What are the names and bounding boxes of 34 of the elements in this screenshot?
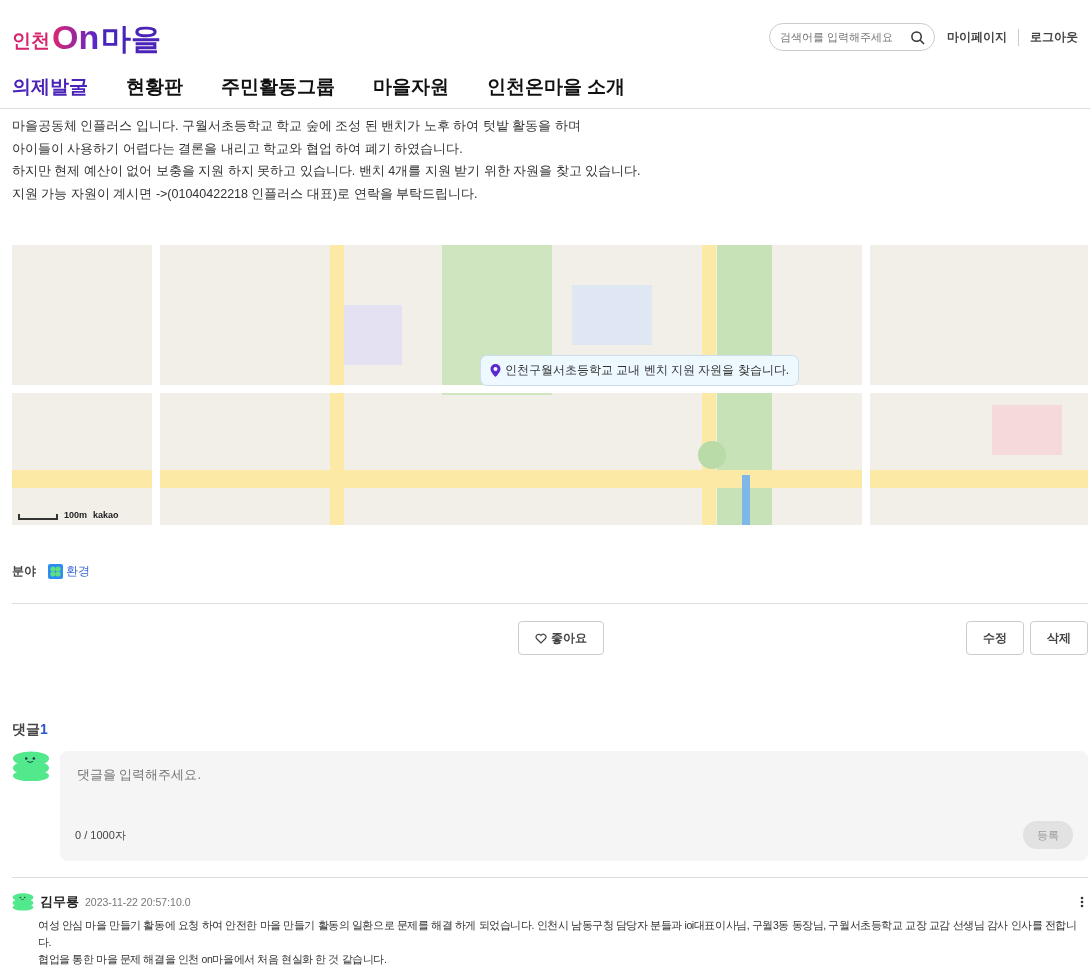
map-marker-label[interactable]: 인천구월서초등학교 교내 벤치 지원 자원을 찾습니다. [480, 355, 799, 386]
header-link[interactable]: 마이페이지 [947, 28, 1007, 46]
pin-icon [490, 364, 501, 377]
field-value[interactable]: 환경 [66, 563, 90, 580]
nav-tab[interactable]: 인천온마을 소개 [487, 74, 626, 100]
header-link[interactable]: 로그아웃 [1018, 28, 1078, 46]
scale-bar [18, 514, 58, 520]
nav-tab[interactable]: 주민활동그룹 [221, 74, 335, 100]
scale-text: 100m [64, 510, 88, 520]
like-button[interactable]: 좋아요 [518, 621, 604, 655]
map-attribution: kakao [93, 510, 119, 520]
post-text: 지원 가능 자원이 계시면 ->(01040422218 인플러스 대표)로 연락을 부탁드립니다. [12, 185, 479, 203]
comment-text: 여성 안심 마을 만들기 활동에 요청 하여 안전한 마을 만들기 활동의 일환으로 문제를 해결 하게 되었습니다. 인천시 남동구청 담당자 분들과 ioi대표이사님, 구월3동 동장님, 구월서초등학교 교장 교감 선생님 감사 인사를 전합니다. 협업을 통한 마을 문제 해결을 인천 on마을에서 처음 현실화 한 것 같습니다. [38, 918, 1078, 966]
heart-icon [535, 632, 547, 644]
edit-button[interactable]: 수정 [966, 621, 1024, 655]
search-icon[interactable] [910, 30, 925, 45]
field-label: 분야 [12, 563, 36, 580]
nav-tab[interactable]: 마을자원 [373, 74, 449, 100]
comments-title: 댓글1 [12, 721, 49, 739]
char-counter: 0 / 1000자 [75, 827, 126, 843]
search-field[interactable]: 검색어를 입력해주세요 [769, 23, 935, 51]
comment-author: 김무룡 [40, 893, 79, 911]
avatar-icon [12, 893, 34, 911]
post-text: 하지만 현제 예산이 없어 보충을 지원 하지 못하고 있습니다. 밴치 4개를 지원 받기 위한 자원을 찾고 있습니다. [12, 163, 642, 180]
logo[interactable]: 인천 On마을 [12, 20, 162, 54]
delete-button[interactable]: 삭제 [1030, 621, 1088, 655]
avatar-icon [12, 751, 50, 782]
post-text: 아이들이 사용하기 어렵다는 결론을 내리고 학교와 협업 하여 폐기 하였습니다. [12, 140, 464, 158]
clover-icon [48, 564, 63, 579]
post-text: 마을공동체 인플러스 입니다. 구월서초등학교 학교 숲에 조성 된 밴치가 노후 하여 텃밭 활동을 하며 [12, 118, 582, 135]
marker-text: 인천구월서초등학교 교내 벤치 지원 자원을 찾습니다. [505, 362, 789, 379]
nav-tab[interactable]: 현황판 [126, 74, 183, 100]
nav-tab[interactable]: 의제발굴 [12, 74, 88, 100]
comment-date: 2023-11-22 20:57:10.0 [85, 896, 191, 908]
